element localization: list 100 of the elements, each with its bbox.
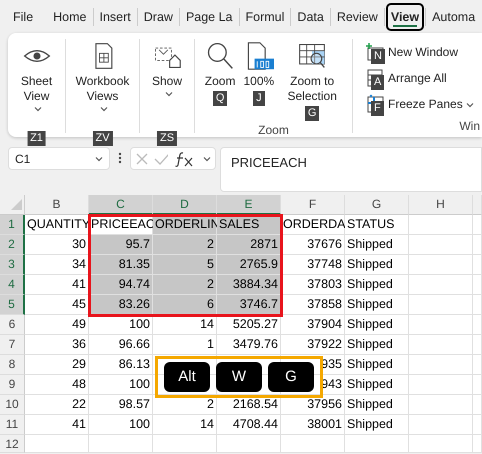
table-cell: 2871 — [217, 235, 281, 255]
freeze-panes-icon — [365, 94, 385, 114]
row-header[interactable]: 1 — [0, 215, 25, 235]
table-cell — [409, 235, 473, 255]
table-cell — [473, 395, 482, 415]
column-header[interactable]: H — [409, 195, 473, 215]
column-header[interactable]: E — [217, 195, 281, 215]
row-header[interactable]: 6 — [0, 315, 25, 335]
table-cell: 1 — [153, 335, 217, 355]
table-cell — [473, 335, 482, 355]
key-tip: F — [371, 101, 384, 116]
row-header[interactable]: 10 — [0, 395, 25, 415]
ribbon-tab[interactable]: Data — [292, 2, 329, 30]
table-cell — [473, 235, 482, 255]
table-cell: Shipped — [345, 275, 409, 295]
table-cell: Shipped — [345, 355, 409, 375]
more-icon[interactable] — [118, 151, 122, 165]
table-cell: 14 — [153, 415, 217, 435]
ribbon-button[interactable]: Zoom to Selection G — [278, 39, 346, 123]
column-header[interactable]: D — [153, 195, 217, 215]
ribbon-button[interactable]: Workbook Views — [70, 39, 134, 133]
ribbon-tab[interactable]: Review — [332, 2, 383, 30]
column-header[interactable] — [473, 195, 482, 215]
table-cell — [473, 275, 482, 295]
ribbon-button[interactable]: A Arrange All — [361, 65, 482, 91]
table-cell: 37858 — [281, 295, 345, 315]
table-cell: Shipped — [345, 315, 409, 335]
table-cell: 36 — [25, 335, 89, 355]
row-header[interactable]: 11 — [0, 415, 25, 435]
key-tip: ZV — [92, 131, 113, 146]
chevron-icon — [466, 102, 474, 108]
column-header[interactable]: G — [345, 195, 409, 215]
row-header[interactable]: 4 — [0, 275, 25, 295]
formula-input[interactable]: PRICEEACH — [220, 147, 482, 192]
cancel-icon[interactable] — [135, 152, 148, 166]
ribbon-tab[interactable]: Automa — [427, 2, 480, 30]
ribbon-tab[interactable]: File — [8, 2, 38, 30]
key-cap: G — [268, 362, 314, 392]
table-cell — [281, 435, 345, 453]
table-cell: 37956 — [281, 395, 345, 415]
table-cell: 6 — [153, 295, 217, 315]
chevron-icon — [95, 156, 103, 162]
ribbon-tab[interactable]: Page La — [180, 2, 238, 30]
table-cell: 30 — [25, 235, 89, 255]
ribbon-button[interactable]: F Freeze Panes — [361, 91, 482, 117]
ribbon-tab[interactable]: Insert — [94, 2, 136, 30]
key-tip: ZS — [156, 131, 178, 146]
table-cell: 38001 — [281, 415, 345, 435]
group-label: Zoom — [257, 123, 290, 137]
table-cell: 37904 — [281, 315, 345, 335]
name-box[interactable]: C1 — [8, 147, 110, 170]
row-header[interactable]: 8 — [0, 355, 25, 375]
new-window-icon — [365, 42, 385, 62]
column-header[interactable]: F — [281, 195, 345, 215]
ribbon-button[interactable]: Sheet View — [8, 39, 65, 133]
table-cell: Shipped — [345, 235, 409, 255]
chevron-icon — [203, 156, 212, 162]
table-cell: 83.26 — [89, 295, 153, 315]
ribbon-tab[interactable]: Home — [48, 2, 92, 30]
table-cell: 2 — [153, 235, 217, 255]
table-cell: Shipped — [345, 415, 409, 435]
function-icon[interactable] — [174, 150, 194, 166]
table-cell: 86.13 — [89, 355, 153, 375]
select-all-button[interactable] — [0, 195, 25, 215]
row-header[interactable]: 5 — [0, 295, 25, 315]
table-cell: 95.7 — [89, 235, 153, 255]
table-cell: 5 — [153, 255, 217, 275]
table-cell: 81.35 — [89, 255, 153, 275]
table-cell — [25, 435, 89, 453]
table-cell — [409, 295, 473, 315]
ribbon-tab[interactable]: Formul — [240, 2, 290, 30]
ribbon-button[interactable]: N New Window — [361, 39, 482, 65]
table-cell: 41 — [25, 275, 89, 295]
magnifier-icon — [205, 41, 236, 71]
row-header[interactable]: 9 — [0, 375, 25, 395]
row-header[interactable]: 3 — [0, 255, 25, 275]
key-tip: Q — [212, 91, 228, 106]
check-icon[interactable] — [154, 152, 168, 166]
table-cell: Shipped — [345, 395, 409, 415]
table-cell: 96.66 — [89, 335, 153, 355]
ribbon-tab[interactable]: View — [386, 2, 424, 30]
table-cell — [409, 215, 473, 235]
table-cell: 4708.44 — [217, 415, 281, 435]
row-header[interactable]: 7 — [0, 335, 25, 355]
table-cell: 49 — [25, 315, 89, 335]
row-header[interactable]: 2 — [0, 235, 25, 255]
table-cell: 37676 — [281, 235, 345, 255]
table-cell: 3479.76 — [217, 335, 281, 355]
column-header[interactable]: B — [25, 195, 89, 215]
table-cell — [409, 355, 473, 375]
ribbon-button[interactable]: Zoom Q — [200, 39, 240, 123]
table-cell: 98.57 — [89, 395, 153, 415]
column-header[interactable]: C — [89, 195, 153, 215]
ribbon-tab[interactable]: Draw — [138, 2, 178, 30]
row-header[interactable]: 12 — [0, 435, 25, 453]
group-label: Win — [458, 119, 481, 133]
ribbon-button[interactable]: 100% J — [239, 39, 278, 123]
ribbon-button[interactable]: Show — [148, 39, 186, 133]
table-cell: 94.74 — [89, 275, 153, 295]
table-cell — [409, 315, 473, 335]
